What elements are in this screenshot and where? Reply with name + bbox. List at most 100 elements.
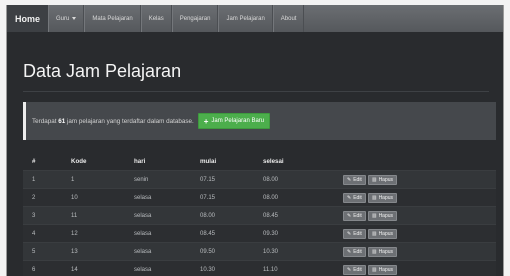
add-jam-pelajaran-button[interactable]: + Jam Pelajaran Baru xyxy=(197,113,271,129)
nav-jam-pelajaran[interactable]: Jam Pelajaran xyxy=(218,5,273,32)
jam-pelajaran-table: # Kode hari mulai selesai 1 1 senin 07.1… xyxy=(23,153,496,276)
delete-button[interactable]: ▥ Hapus xyxy=(367,264,398,275)
header-selesai: selesai xyxy=(263,158,284,165)
header-hari: hari xyxy=(134,158,146,165)
table-row: 5 13 selasa 09.50 10.30 ✎ Edit ▥ Hapus xyxy=(23,242,496,260)
row-actions: ✎ Edit ▥ Hapus xyxy=(343,243,399,260)
delete-button[interactable]: ▥ Hapus xyxy=(367,228,398,239)
edit-button[interactable]: ✎ Edit xyxy=(343,192,366,203)
nav-mata-pelajaran[interactable]: Mata Pelajaran xyxy=(84,5,141,32)
nav-guru-label: Guru xyxy=(56,15,70,22)
trash-icon: ▥ xyxy=(371,176,377,183)
alert-suffix: jam pelajaran yang terdaftar dalam datab… xyxy=(67,117,194,125)
cell-kode: 10 xyxy=(71,194,78,201)
row-actions: ✎ Edit ▥ Hapus xyxy=(343,225,399,242)
cell-number: 1 xyxy=(32,176,36,183)
table-row: 3 11 selasa 08.00 08.45 ✎ Edit ▥ Hapus xyxy=(23,206,496,224)
edit-label: Edit xyxy=(353,266,362,273)
delete-button[interactable]: ▥ Hapus xyxy=(367,174,398,185)
edit-label: Edit xyxy=(353,248,362,255)
cell-selesai: 08.00 xyxy=(263,194,279,201)
header-number: # xyxy=(32,158,36,165)
nav-guru-dropdown[interactable]: Guru xyxy=(48,5,85,32)
caret-down-icon xyxy=(72,17,77,20)
cell-number: 2 xyxy=(32,194,36,201)
edit-button[interactable]: ✎ Edit xyxy=(343,174,366,185)
table-header-row: # Kode hari mulai selesai xyxy=(23,153,496,170)
row-actions: ✎ Edit ▥ Hapus xyxy=(343,189,399,206)
edit-icon: ✎ xyxy=(347,212,352,219)
add-button-label: Jam Pelajaran Baru xyxy=(211,118,265,124)
cell-selesai: 09.30 xyxy=(263,230,279,237)
trash-icon: ▥ xyxy=(371,212,377,219)
table-row: 6 14 selasa 10.30 11.10 ✎ Edit ▥ Hapus xyxy=(23,260,496,276)
cell-mulai: 07.15 xyxy=(200,176,216,183)
cell-selesai: 08.45 xyxy=(263,212,279,219)
cell-kode: 14 xyxy=(71,266,78,273)
app-window: Home Guru Mata Pelajaran Kelas Pengajara… xyxy=(6,5,504,276)
cell-selesai: 08.00 xyxy=(263,176,279,183)
header-kode: Kode xyxy=(71,158,87,165)
row-actions: ✎ Edit ▥ Hapus xyxy=(343,207,399,224)
edit-icon: ✎ xyxy=(347,176,352,183)
cell-mulai: 08.45 xyxy=(200,230,216,237)
alert-text: Terdapat 61 jam pelajaran yang terdaftar… xyxy=(32,118,194,125)
trash-icon: ▥ xyxy=(371,230,377,237)
cell-mulai: 08.00 xyxy=(200,212,216,219)
edit-label: Edit xyxy=(353,212,362,219)
edit-icon: ✎ xyxy=(347,248,352,255)
delete-button[interactable]: ▥ Hapus xyxy=(367,192,398,203)
cell-kode: 1 xyxy=(71,176,75,183)
nav-kelas[interactable]: Kelas xyxy=(140,5,172,32)
edit-button[interactable]: ✎ Edit xyxy=(343,264,366,275)
delete-label: Hapus xyxy=(378,212,394,219)
edit-button[interactable]: ✎ Edit xyxy=(343,246,366,257)
cell-kode: 13 xyxy=(71,248,78,255)
cell-hari: selasa xyxy=(134,230,152,237)
table-row: 2 10 selasa 07.15 08.00 ✎ Edit ▥ Hapus xyxy=(23,188,496,206)
table-row: 1 1 senin 07.15 08.00 ✎ Edit ▥ Hapus xyxy=(23,170,496,188)
delete-label: Hapus xyxy=(378,176,394,183)
trash-icon: ▥ xyxy=(371,194,377,201)
cell-number: 3 xyxy=(32,212,36,219)
delete-label: Hapus xyxy=(378,266,394,273)
delete-label: Hapus xyxy=(378,248,394,255)
info-alert: Terdapat 61 jam pelajaran yang terdaftar… xyxy=(23,102,496,140)
cell-mulai: 07.15 xyxy=(200,194,216,201)
edit-icon: ✎ xyxy=(347,194,352,201)
cell-hari: selasa xyxy=(134,266,152,273)
alert-prefix: Terdapat xyxy=(32,117,57,125)
page-title: Data Jam Pelajaran xyxy=(23,61,182,81)
trash-icon: ▥ xyxy=(371,266,377,273)
navbar: Home Guru Mata Pelajaran Kelas Pengajara… xyxy=(7,5,503,32)
cell-number: 5 xyxy=(32,248,36,255)
delete-label: Hapus xyxy=(378,194,394,201)
nav-about[interactable]: About xyxy=(272,5,305,32)
cell-hari: selasa xyxy=(134,212,152,219)
edit-button[interactable]: ✎ Edit xyxy=(343,210,366,221)
row-actions: ✎ Edit ▥ Hapus xyxy=(343,261,399,276)
plus-icon: + xyxy=(203,116,209,126)
row-actions: ✎ Edit ▥ Hapus xyxy=(343,171,399,188)
title-divider xyxy=(23,91,489,92)
cell-kode: 11 xyxy=(71,212,78,219)
cell-hari: selasa xyxy=(134,248,152,255)
edit-icon: ✎ xyxy=(347,230,352,237)
table-row: 4 12 selasa 08.45 09.30 ✎ Edit ▥ Hapus xyxy=(23,224,496,242)
edit-label: Edit xyxy=(353,176,362,183)
brand-home-link[interactable]: Home xyxy=(7,5,49,32)
cell-kode: 12 xyxy=(71,230,78,237)
cell-hari: selasa xyxy=(134,194,152,201)
cell-mulai: 09.50 xyxy=(200,248,216,255)
delete-button[interactable]: ▥ Hapus xyxy=(367,210,398,221)
cell-number: 6 xyxy=(32,266,36,273)
cell-selesai: 11.10 xyxy=(263,266,278,273)
cell-selesai: 10.30 xyxy=(263,248,279,255)
cell-hari: senin xyxy=(134,176,149,183)
delete-button[interactable]: ▥ Hapus xyxy=(367,246,398,257)
edit-label: Edit xyxy=(353,194,362,201)
header-mulai: mulai xyxy=(200,158,217,165)
nav-pengajaran[interactable]: Pengajaran xyxy=(171,5,219,32)
edit-button[interactable]: ✎ Edit xyxy=(343,228,366,239)
edit-label: Edit xyxy=(353,230,362,237)
